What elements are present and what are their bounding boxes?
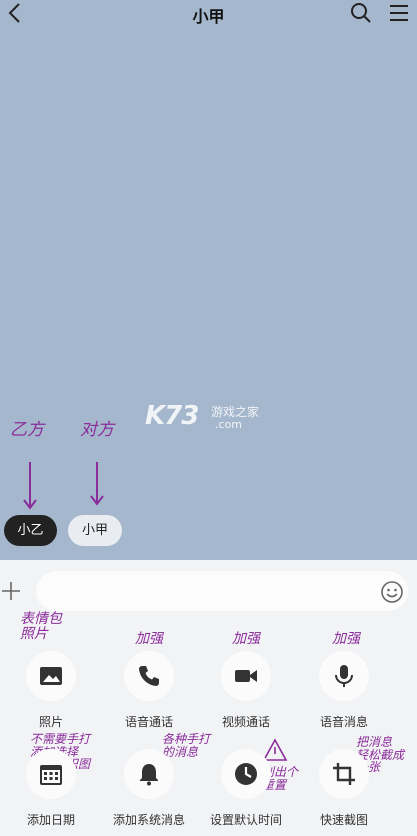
action-voice-call[interactable]: 语音通话 bbox=[101, 651, 197, 730]
action-voice-message-label: 语音消息 bbox=[319, 715, 368, 729]
action-photo-label: 照片 bbox=[38, 715, 63, 729]
action-set-default-time[interactable]: 设置默认时间 bbox=[198, 749, 294, 828]
action-photo[interactable]: 照片 bbox=[3, 651, 99, 730]
action-set-default-time-label: 设置默认时间 bbox=[209, 813, 282, 827]
bell-icon bbox=[140, 764, 158, 786]
microphone-icon bbox=[335, 665, 353, 687]
watermark-domain: .com bbox=[215, 418, 242, 431]
clock-icon bbox=[235, 763, 257, 785]
action-add-system-message[interactable]: 添加系统消息 bbox=[101, 749, 197, 828]
annotation-voice-call: 加强 bbox=[135, 631, 163, 647]
crop-icon bbox=[333, 763, 355, 785]
emoji-icon[interactable] bbox=[380, 580, 404, 604]
action-add-date[interactable]: 添加日期 bbox=[3, 749, 99, 828]
phone-icon bbox=[139, 666, 159, 686]
action-voice-call-label: 语音通话 bbox=[124, 715, 173, 729]
annotation-photo: 表情包 照片 bbox=[20, 611, 62, 642]
action-voice-message[interactable]: 语音消息 bbox=[296, 651, 392, 730]
watermark-brand: K73 bbox=[145, 401, 199, 431]
arrow-role-a-icon bbox=[23, 462, 37, 510]
search-icon[interactable] bbox=[350, 2, 372, 24]
video-camera-icon bbox=[235, 670, 257, 682]
calendar-icon bbox=[40, 765, 62, 785]
menu-icon[interactable] bbox=[388, 3, 410, 23]
action-quick-screenshot-label: 快速截图 bbox=[319, 813, 368, 827]
action-quick-screenshot-circle[interactable] bbox=[319, 749, 369, 799]
annotation-role-a: 乙方 bbox=[10, 420, 44, 440]
chat-area bbox=[0, 0, 417, 560]
watermark: K73 游戏之家 .com bbox=[145, 401, 275, 435]
action-video-call[interactable]: 视频通话 bbox=[198, 651, 294, 730]
annotation-role-b: 对方 bbox=[80, 420, 114, 440]
image-icon bbox=[40, 667, 62, 685]
action-add-system-message-label: 添加系统消息 bbox=[112, 813, 185, 827]
action-quick-screenshot[interactable]: 快速截图 bbox=[296, 749, 392, 828]
action-add-date-label: 添加日期 bbox=[26, 813, 75, 827]
action-add-date-circle[interactable] bbox=[26, 749, 76, 799]
role-button-a[interactable]: 小乙 bbox=[4, 515, 57, 546]
action-add-system-message-circle[interactable] bbox=[124, 749, 174, 799]
annotation-voice-msg: 加强 bbox=[332, 631, 360, 647]
message-input[interactable] bbox=[36, 571, 408, 611]
action-set-default-time-circle[interactable] bbox=[221, 749, 271, 799]
arrow-role-b-icon bbox=[90, 462, 104, 506]
action-voice-call-circle[interactable] bbox=[124, 651, 174, 701]
role-button-b[interactable]: 小甲 bbox=[68, 515, 122, 546]
top-bar: 小甲 bbox=[0, 0, 417, 28]
action-voice-message-circle[interactable] bbox=[319, 651, 369, 701]
action-photo-circle[interactable] bbox=[26, 651, 76, 701]
annotation-video-call: 加强 bbox=[232, 631, 260, 647]
action-video-call-circle[interactable] bbox=[221, 651, 271, 701]
action-video-call-label: 视频通话 bbox=[221, 715, 270, 729]
plus-icon[interactable] bbox=[0, 580, 22, 602]
